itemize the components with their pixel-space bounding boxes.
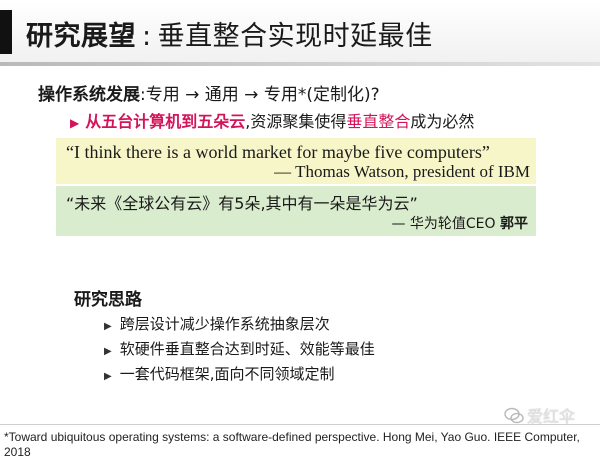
wechat-icon xyxy=(504,407,524,424)
bullet-highlight: 从五台计算机到五朵云 xyxy=(85,112,246,131)
title-bar: 研究展望: 垂直整合实现时延最佳 xyxy=(0,0,600,62)
attribution-name: 郭平 xyxy=(500,216,528,232)
title-accent-bar xyxy=(0,10,12,54)
quote-english-text: “I think there is a world market for may… xyxy=(66,142,490,162)
bullet-triangle-icon: ▶ xyxy=(104,346,112,357)
quote-chinese-text: “未来《全球公有云》有5朵,其中有一朵是华为云” xyxy=(66,194,418,213)
main-bullet: ▶ 从五台计算机到五朵云,资源聚集使得垂直整合成为必然 xyxy=(70,108,474,132)
bullet-triangle-icon: ▶ xyxy=(104,371,112,382)
bullet-middle: ,资源聚集使得 xyxy=(245,112,347,131)
footnote: *Toward ubiquitous operating systems: a … xyxy=(4,430,580,459)
list-item: ▶ 跨层设计减少操作系统抽象层次 xyxy=(104,312,375,337)
quote-box-chinese: “未来《全球公有云》有5朵,其中有一朵是华为云” — 华为轮值CEO 郭平 xyxy=(56,186,536,236)
topic-text: :专用 → 通用 → 专用*(定制化)? xyxy=(140,85,380,105)
quote-english-attribution: — Thomas Watson, president of IBM xyxy=(274,162,530,181)
research-list: ▶ 跨层设计减少操作系统抽象层次 ▶ 软硬件垂直整合达到时延、效能等最佳 ▶ 一套代码… xyxy=(104,312,375,387)
list-item-text: 跨层设计减少操作系统抽象层次 xyxy=(119,315,330,333)
topic-line: 操作系统发展:专用 → 通用 → 专用*(定制化)? xyxy=(38,80,380,105)
title-subtitle: 垂直整合实现时延最佳 xyxy=(157,21,433,52)
title-divider xyxy=(0,62,600,66)
topic-label: 操作系统发展 xyxy=(38,85,140,105)
research-heading: 研究思路 xyxy=(74,290,142,310)
slide-title: 研究展望: 垂直整合实现时延最佳 xyxy=(26,14,433,53)
list-item-text: 软硬件垂直整合达到时延、效能等最佳 xyxy=(119,340,375,358)
footer-divider xyxy=(0,424,600,425)
list-item-text: 一套代码框架,面向不同领域定制 xyxy=(119,365,335,383)
list-item: ▶ 一套代码框架,面向不同领域定制 xyxy=(104,362,375,387)
bullet-triangle-icon: ▶ xyxy=(104,321,112,332)
attribution-prefix: — 华为轮值CEO xyxy=(391,216,496,232)
title-prefix: 研究展望 xyxy=(26,21,136,52)
quote-box-english: “I think there is a world market for may… xyxy=(56,138,536,184)
bullet-end: 成为必然 xyxy=(410,112,475,131)
bullet-triangle-icon: ▶ xyxy=(70,116,80,130)
list-item: ▶ 软硬件垂直整合达到时延、效能等最佳 xyxy=(104,337,375,362)
title-separator: : xyxy=(142,21,152,52)
quote-chinese-attribution: — 华为轮值CEO 郭平 xyxy=(391,213,528,233)
bullet-highlight-2: 垂直整合 xyxy=(346,112,411,131)
